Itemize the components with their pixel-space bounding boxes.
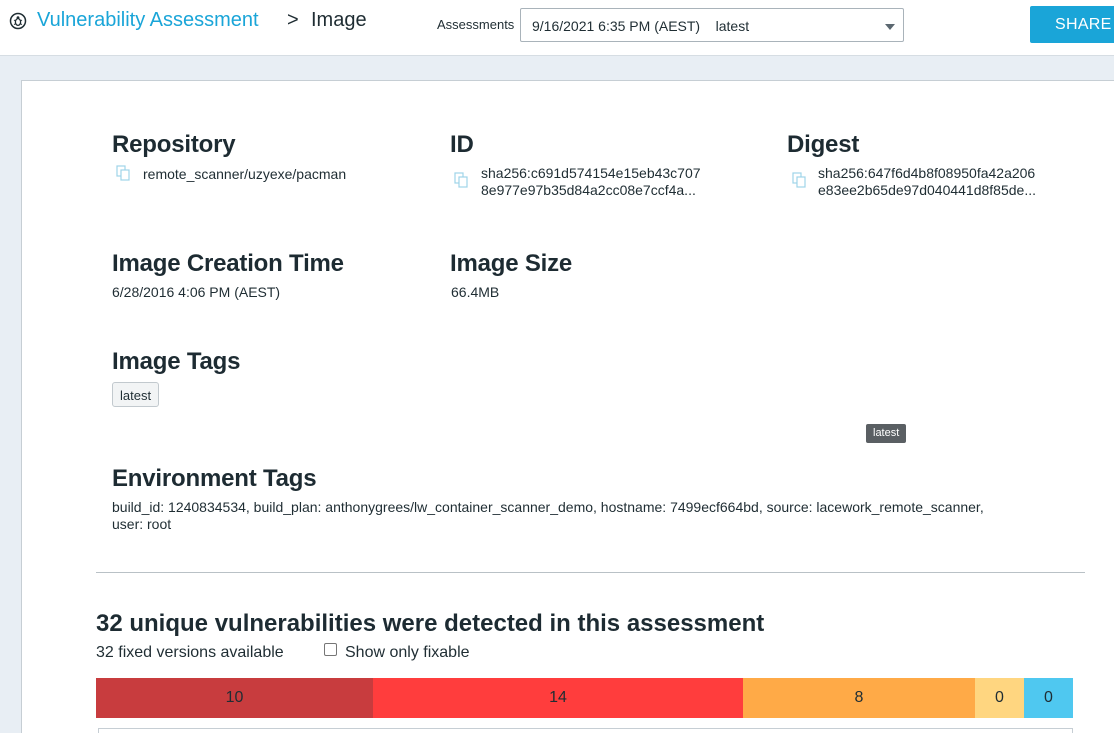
repository-value: remote_scanner/uzyexe/pacman	[143, 166, 347, 182]
breadcrumb-vulnerability-assessment[interactable]: Vulnerability Assessment	[37, 9, 259, 32]
assessments-select[interactable]: 9/16/2021 6:35 PM (AEST) latest	[520, 8, 904, 42]
assessments-label: Assessments	[437, 17, 515, 32]
severity-segment-low[interactable]: 0	[975, 678, 1024, 718]
top-bar: Vulnerability Assessment > Image Assessm…	[0, 0, 1114, 56]
image-size-title: Image Size	[450, 250, 573, 277]
image-size-value: 66.4MB	[451, 284, 500, 300]
id-value-line-1: sha256:c691d574154e15eb43c707	[481, 165, 701, 181]
show-only-fixable-label[interactable]: Show only fixable	[345, 644, 470, 662]
share-button[interactable]: SHARE L	[1030, 6, 1114, 43]
severity-segment-medium[interactable]: 8	[743, 678, 975, 718]
severity-segment-critical[interactable]: 10	[96, 678, 373, 718]
image-tag-chip[interactable]: latest	[112, 382, 160, 407]
breadcrumb-current-page: Image	[311, 9, 367, 31]
environment-tags-line-2: user: root	[112, 516, 172, 532]
repository-title: Repository	[112, 131, 236, 158]
copy-icon[interactable]	[792, 172, 806, 188]
id-title: ID	[450, 131, 474, 158]
section-divider	[96, 572, 1085, 573]
assessments-selected-value: 9/16/2021 6:35 PM (AEST) latest	[532, 18, 750, 34]
digest-value-line-2: e83ee2b65de97d040441d8f85de...	[818, 182, 1036, 198]
vulnerability-table	[98, 728, 1073, 733]
copy-icon[interactable]	[116, 165, 130, 181]
image-creation-time-value: 6/28/2016 4:06 PM (AEST)	[112, 284, 281, 300]
breadcrumb-separator: >	[287, 9, 299, 31]
chevron-down-icon	[885, 24, 895, 30]
vulnerability-icon	[9, 12, 27, 30]
environment-tags-line-1: build_id: 1240834534, build_plan: anthon…	[112, 499, 984, 515]
digest-value-line-1: sha256:647f6d4b8f08950fa42a206	[818, 165, 1036, 181]
fixed-versions-text: 32 fixed versions available	[96, 644, 284, 661]
image-creation-time-title: Image Creation Time	[112, 250, 344, 277]
copy-icon[interactable]	[454, 172, 468, 188]
id-value-line-2: 8e977e97b35d84a2cc08e7ccf4a...	[481, 182, 696, 198]
tag-tooltip: latest	[866, 424, 907, 443]
severity-segment-info[interactable]: 0	[1024, 678, 1073, 718]
environment-tags-title: Environment Tags	[112, 465, 317, 492]
severity-segment-high[interactable]: 14	[373, 678, 743, 718]
digest-title: Digest	[787, 131, 860, 158]
severity-bar: 10 14 8 0 0	[96, 678, 1073, 718]
vulnerabilities-heading: 32 unique vulnerabilities were detected …	[96, 610, 765, 637]
show-only-fixable-checkbox[interactable]	[324, 643, 337, 656]
image-tags-title: Image Tags	[112, 348, 241, 375]
